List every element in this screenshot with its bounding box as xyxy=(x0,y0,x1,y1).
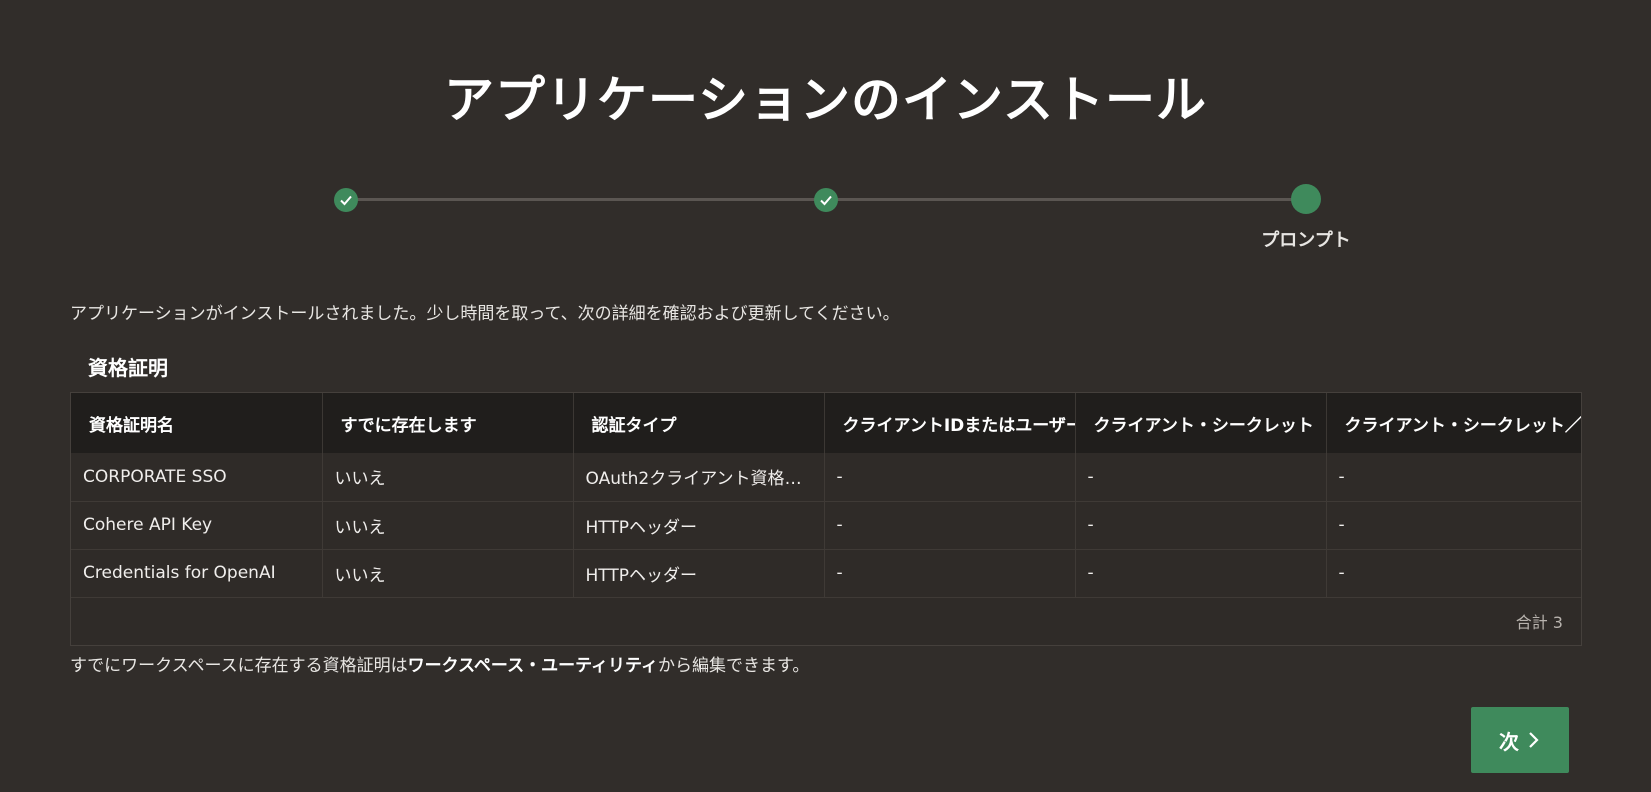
cell-client-secret-confirm[interactable]: - xyxy=(1326,453,1581,502)
cell-client-secret[interactable]: - xyxy=(1075,453,1327,502)
column-header[interactable]: 資格証明名 xyxy=(71,393,323,453)
cell-client-secret[interactable]: - xyxy=(1075,549,1327,598)
page-title: アプリケーションのインストール xyxy=(444,71,1207,129)
column-header[interactable]: すでに存在します xyxy=(322,393,574,453)
footnote-before: すでにワークスペースに存在する資格証明は xyxy=(70,656,408,676)
cell-auth-type: HTTPヘッダー xyxy=(573,501,825,550)
table-row[interactable]: Cohere API Key いいえ HTTPヘッダー - - - xyxy=(71,501,1581,550)
check-icon xyxy=(340,195,352,206)
cell-already-exists: いいえ xyxy=(322,549,574,598)
cell-credential-name[interactable]: Credentials for OpenAI xyxy=(71,549,323,598)
cell-client-id[interactable]: - xyxy=(824,453,1076,502)
table-header-row: 資格証明名 すでに存在します 認証タイプ クライアントIDまたはユーザー名 クラ… xyxy=(71,393,1581,453)
chevron-right-icon xyxy=(1529,732,1539,748)
table-row[interactable]: Credentials for OpenAI いいえ HTTPヘッダー - - … xyxy=(71,549,1581,598)
cell-client-secret-confirm[interactable]: - xyxy=(1326,501,1581,550)
intro-text: アプリケーションがインストールされました。少し時間を取って、次の詳細を確認および… xyxy=(70,304,900,324)
footnote-text: すでにワークスペースに存在する資格証明はワークスペース・ユーティリティから編集で… xyxy=(70,651,809,676)
train-step-label: プロンプト xyxy=(1261,230,1351,251)
train-connector xyxy=(826,198,1306,201)
cell-client-id[interactable]: - xyxy=(824,501,1076,550)
column-header[interactable]: クライアント・シークレット／パスワード xyxy=(1326,393,1581,453)
workspace-utilities-link[interactable]: ワークスペース・ユーティリティ xyxy=(408,656,658,676)
column-header[interactable]: クライアント・シークレット xyxy=(1075,393,1327,453)
section-title: 資格証明 xyxy=(88,356,168,380)
cell-auth-type: HTTPヘッダー xyxy=(573,549,825,598)
next-button-label: 次 xyxy=(1499,729,1519,754)
check-icon xyxy=(820,195,832,206)
cell-client-id[interactable]: - xyxy=(824,549,1076,598)
train-step-2[interactable] xyxy=(814,188,838,212)
cell-client-secret-confirm[interactable]: - xyxy=(1326,549,1581,598)
progress-train: プロンプト xyxy=(0,184,1651,254)
install-application-page: アプリケーションのインストール プロンプト アプリケーションがインストールされま… xyxy=(0,0,1651,792)
credentials-grid: 資格証明名 すでに存在します 認証タイプ クライアントIDまたはユーザー名 クラ… xyxy=(70,392,1582,646)
footnote-after: から編集できます。 xyxy=(658,656,810,676)
train-step-3-current[interactable] xyxy=(1291,184,1321,214)
cell-credential-name[interactable]: CORPORATE SSO xyxy=(71,453,323,502)
next-button[interactable]: 次 xyxy=(1471,707,1569,773)
train-connector xyxy=(346,198,826,201)
cell-client-secret[interactable]: - xyxy=(1075,501,1327,550)
cell-already-exists: いいえ xyxy=(322,501,574,550)
cell-credential-name[interactable]: Cohere API Key xyxy=(71,501,323,550)
table-row[interactable]: CORPORATE SSO いいえ OAuth2クライアント資格証明 - - - xyxy=(71,453,1581,502)
cell-already-exists: いいえ xyxy=(322,453,574,502)
cell-auth-type: OAuth2クライアント資格証明 xyxy=(573,453,825,502)
row-total-count: 合計 3 xyxy=(1515,613,1563,632)
credentials-table: 資格証明名 すでに存在します 認証タイプ クライアントIDまたはユーザー名 クラ… xyxy=(71,393,1581,598)
column-header[interactable]: 認証タイプ xyxy=(573,393,825,453)
column-header[interactable]: クライアントIDまたはユーザー名 xyxy=(824,393,1076,453)
train-step-1[interactable] xyxy=(334,188,358,212)
